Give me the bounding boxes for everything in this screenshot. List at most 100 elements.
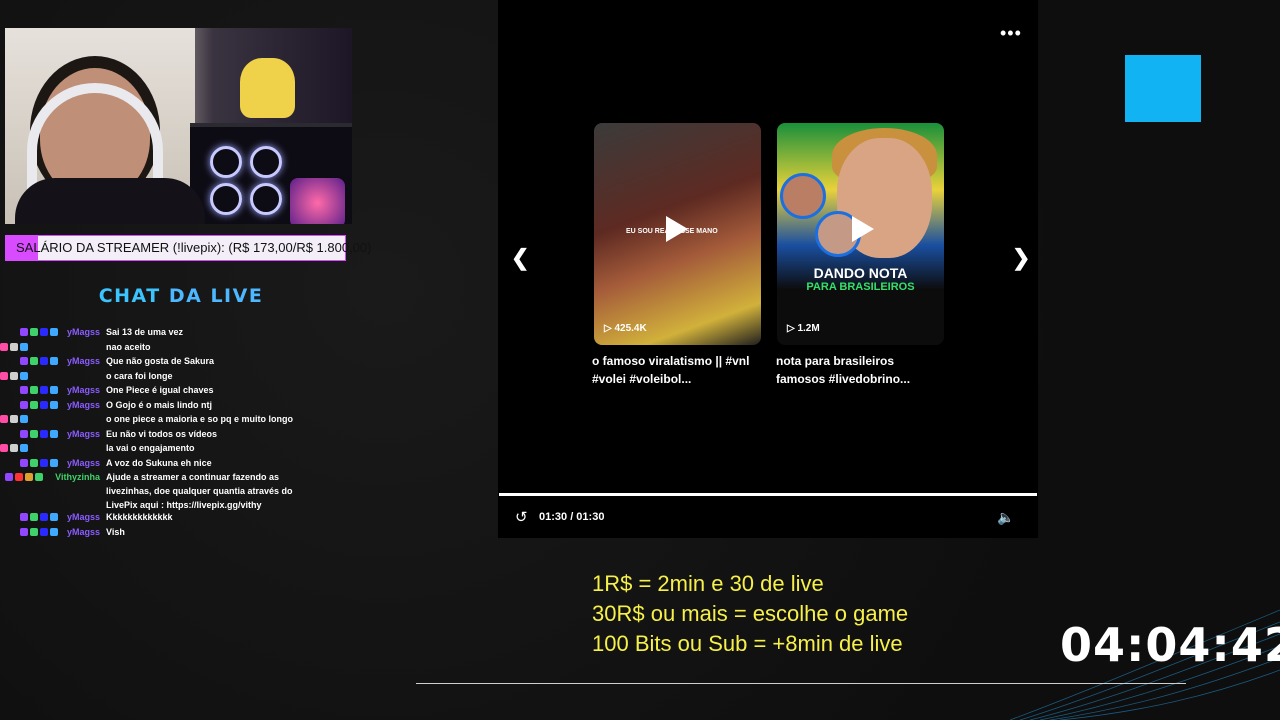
badge-icon: [50, 386, 58, 394]
chat-username[interactable]: yMagss: [67, 525, 100, 539]
badge-icon: [30, 400, 38, 409]
badge-icon: [40, 429, 48, 438]
video-caption[interactable]: nota para brasileiros famosos #livedobri…: [776, 352, 946, 388]
chat-message: o one piece a maioria e so pq e muito lo…: [0, 412, 350, 427]
badge-icon: [40, 400, 48, 409]
chat-message: yMagss Kkkkkkkkkkkkk: [0, 510, 350, 525]
chat-text: Vish: [106, 526, 125, 537]
badge-icon: [30, 328, 38, 336]
chat-message: yMagss Sai 13 de uma vez: [0, 325, 350, 340]
blue-square-overlay: [1125, 55, 1201, 122]
badge-icon: [40, 357, 48, 365]
donation-info-line: 30R$ ou mais = escolhe o game: [592, 601, 909, 626]
volume-icon[interactable]: 🔈: [997, 509, 1014, 526]
chat-message: nao aceito: [0, 340, 350, 355]
view-count: ▷ 1.2M: [787, 323, 820, 334]
badge-icon: [5, 473, 13, 481]
badge-icon: [20, 386, 28, 394]
chat-text: Sai 13 de uma vez: [106, 327, 184, 337]
chat-message: yMagss Eu não vi todos os vídeos: [0, 427, 350, 442]
view-count: ▷ 425.4K: [604, 323, 647, 334]
badge-icon: [0, 371, 8, 380]
badge-icon: [40, 386, 48, 394]
chat-badges: [20, 400, 58, 409]
chat-message: yMagss A voz do Sukuna eh nice: [0, 456, 350, 471]
chat-badges: [0, 415, 28, 423]
badge-icon: [10, 415, 18, 423]
badge-icon: [10, 371, 18, 380]
badge-icon: [20, 342, 28, 351]
badge-icon: [20, 415, 28, 423]
play-icon[interactable]: [852, 216, 874, 242]
badge-icon: [40, 458, 48, 467]
streamer-salary-bar: SALÁRIO DA STREAMER (!livepix): (R$ 173,…: [5, 235, 371, 261]
chat-badges: [20, 513, 58, 521]
video-progress-bar[interactable]: [499, 493, 1037, 496]
chat-username[interactable]: yMagss: [67, 325, 100, 339]
chat-username[interactable]: yMagss: [67, 510, 100, 524]
chat-badges: [5, 473, 43, 481]
chat-badges: [20, 458, 58, 467]
chat-title-word1: CHAT: [98, 285, 161, 307]
video-card[interactable]: DANDO NOTA PARA BRASILEIROS ▷ 1.2M: [777, 123, 944, 345]
badge-icon: [20, 527, 28, 536]
chat-username[interactable]: Vithyzinha: [55, 470, 100, 484]
chevron-left-icon[interactable]: ❮: [511, 245, 529, 271]
badge-icon: [20, 444, 28, 452]
badge-icon: [20, 328, 28, 336]
play-icon[interactable]: [666, 216, 688, 242]
chat-badges: [20, 328, 58, 336]
video-card[interactable]: EU SOU REAL ESSE MANO ▷ 425.4K: [594, 123, 761, 345]
badge-icon: [40, 513, 48, 521]
stream-timer: 04:04:42: [1060, 618, 1280, 672]
chat-message: yMagss Vish: [0, 525, 350, 540]
chat-message: yMagss One Piece é igual chaves: [0, 383, 350, 398]
badge-icon: [30, 429, 38, 438]
badge-icon: [0, 415, 8, 423]
chat-badges: [0, 371, 28, 380]
chat-log: yMagss Sai 13 de uma vez nao aceito yMagss Q…: [0, 325, 350, 539]
badge-icon: [25, 473, 33, 481]
badge-icon: [50, 328, 58, 336]
chat-badges: [0, 342, 28, 351]
more-options-icon[interactable]: •••: [1000, 24, 1022, 42]
badge-icon: [20, 429, 28, 438]
badge-icon: [30, 458, 38, 467]
chat-badges: [20, 386, 58, 394]
badge-icon: [10, 342, 18, 351]
badge-icon: [50, 400, 58, 409]
chat-text: la vai o engajamento: [106, 443, 195, 453]
chat-username[interactable]: yMagss: [67, 456, 100, 470]
chat-message: Vithyzinha Ajude a streamer a continuar f…: [0, 470, 350, 510]
donation-info-line: 1R$ = 2min e 30 de live: [592, 571, 824, 596]
chat-badges: [0, 444, 28, 452]
video-caption[interactable]: o famoso viralatismo || #vnl #volei #vol…: [592, 352, 762, 388]
chat-username[interactable]: yMagss: [67, 398, 100, 412]
donation-info: 1R$ = 2min e 30 de live 30R$ ou mais = e…: [592, 569, 908, 659]
badge-icon: [50, 429, 58, 438]
badge-icon: [50, 357, 58, 365]
chat-title-word2: DA LIVE: [168, 285, 264, 307]
badge-icon: [30, 527, 38, 536]
chevron-right-icon[interactable]: ❯: [1012, 245, 1030, 271]
divider-line: [416, 683, 1186, 684]
chat-message: o cara foi longe: [0, 369, 350, 384]
badge-icon: [50, 513, 58, 521]
badge-icon: [30, 357, 38, 365]
chat-text: o cara foi longe: [106, 370, 173, 381]
badge-icon: [20, 371, 28, 380]
badge-icon: [0, 444, 8, 452]
chat-username[interactable]: yMagss: [67, 354, 100, 368]
chat-title: CHAT DA LIVE: [0, 285, 362, 307]
chat-text: nao aceito: [106, 341, 151, 352]
chat-message: la vai o engajamento: [0, 441, 350, 456]
badge-icon: [20, 357, 28, 365]
replay-icon[interactable]: ↺: [515, 508, 528, 526]
badge-icon: [15, 473, 23, 481]
video-player[interactable]: [498, 0, 1038, 538]
chat-badges: [20, 429, 58, 438]
chat-text: One Piece é igual chaves: [106, 385, 214, 395]
chat-text: Kkkkkkkkkkkkk: [106, 512, 173, 522]
chat-username[interactable]: yMagss: [67, 383, 100, 397]
chat-username[interactable]: yMagss: [67, 427, 100, 441]
